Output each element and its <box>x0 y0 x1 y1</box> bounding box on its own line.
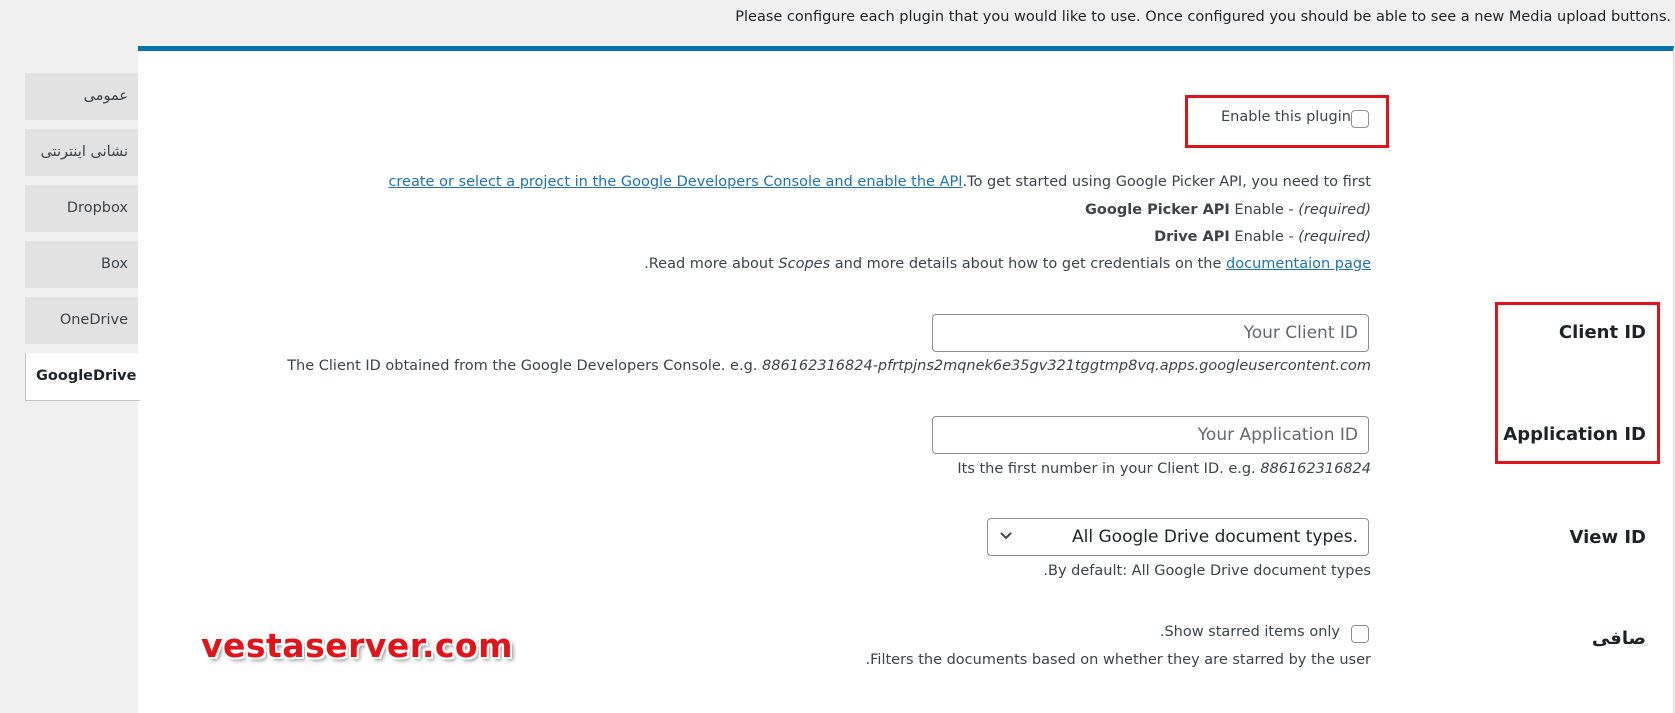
notice-text: .Please configure each plugin that you w… <box>735 9 1671 25</box>
view-id-selected: .All Google Drive document types <box>1072 527 1358 547</box>
picker-required: (required) - <box>1288 202 1371 218</box>
drive-api-name: Drive API <box>1154 229 1230 245</box>
watermark-logo: vestaserver.com <box>201 626 513 665</box>
read-more-mid: and more details about how to get creden… <box>830 256 1227 272</box>
picker-api-name: Google Picker API <box>1085 202 1230 218</box>
enable-plugin-checkbox[interactable] <box>1351 110 1369 128</box>
view-id-select[interactable]: .All Google Drive document types <box>987 518 1369 556</box>
filter-label: صافی <box>1591 628 1646 649</box>
settings-panel <box>138 46 1674 713</box>
read-more-prefix: .Read more about <box>644 256 779 272</box>
application-id-desc-text: Its the first number in your Client ID. … <box>957 461 1261 477</box>
chevron-down-icon <box>998 527 1014 548</box>
client-id-desc-text: The Client ID obtained from the Google D… <box>287 358 762 374</box>
application-id-label: Application ID <box>1503 424 1646 445</box>
picker-prefix: Enable <box>1234 202 1284 218</box>
starred-only-checkbox[interactable] <box>1351 625 1369 643</box>
application-id-desc: Its the first number in your Client ID. … <box>957 461 1371 477</box>
application-id-example: 886162316824 <box>1260 461 1371 477</box>
client-id-input[interactable]: Your Client ID <box>932 314 1369 352</box>
view-id-label: View ID <box>1569 527 1646 548</box>
tab-googledrive[interactable]: GoogleDrive <box>25 353 140 401</box>
read-more-line: .Read more about Scopes and more details… <box>644 256 1371 272</box>
drive-api-line: (required) - Drive API Enable <box>1154 229 1371 245</box>
intro-text: .To get started using Google Picker API,… <box>962 174 1371 190</box>
intro-line: create or select a project in the Google… <box>388 174 1371 190</box>
tab-general[interactable]: عمومی <box>25 73 138 120</box>
documentation-link[interactable]: documentaion page <box>1226 256 1371 272</box>
tab-url[interactable]: نشانی اینترنتی <box>25 129 138 176</box>
drive-prefix: Enable <box>1234 229 1284 245</box>
scopes-text: Scopes <box>778 256 831 272</box>
application-id-input[interactable]: Your Application ID <box>932 416 1369 454</box>
client-id-example: 886162316824-pfrtpjns2mqnek6e35gv321tggt… <box>762 358 1371 374</box>
developers-console-link[interactable]: create or select a project in the Google… <box>388 174 962 190</box>
drive-required: (required) - <box>1288 229 1371 245</box>
starred-only-label[interactable]: .Show starred items only <box>1160 624 1340 640</box>
tab-onedrive[interactable]: OneDrive <box>25 297 138 344</box>
client-id-desc: The Client ID obtained from the Google D… <box>287 358 1371 374</box>
tab-dropbox[interactable]: Dropbox <box>25 185 138 232</box>
tab-box[interactable]: Box <box>25 241 138 288</box>
client-id-label: Client ID <box>1558 322 1646 343</box>
view-id-desc: .By default: All Google Drive document t… <box>1043 563 1371 579</box>
plugin-tabs: عمومی نشانی اینترنتی Dropbox Box OneDriv… <box>25 73 140 410</box>
picker-api-line: (required) - Google Picker API Enable <box>1085 202 1371 218</box>
enable-plugin-label[interactable]: Enable this plugin <box>1221 109 1351 125</box>
filter-desc: .Filters the documents based on whether … <box>865 652 1371 668</box>
